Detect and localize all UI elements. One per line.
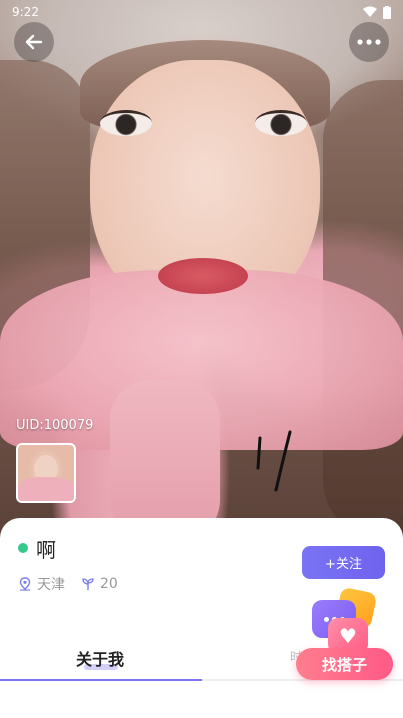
back-button[interactable] — [14, 22, 54, 62]
user-uid: UID:100079 — [16, 418, 94, 433]
user-meta: 天津 20 — [18, 574, 134, 594]
more-button[interactable] — [349, 22, 389, 62]
sprout-icon — [82, 578, 94, 590]
tab-about-me[interactable]: 关于我 — [76, 646, 124, 670]
wifi-icon — [363, 6, 377, 17]
age-text: 20 — [100, 576, 118, 592]
find-partner-button[interactable]: ♥ 找搭子 — [296, 586, 396, 684]
status-bar: 9:22 — [0, 0, 403, 24]
more-dots-icon — [357, 39, 381, 45]
thumbnail-scarf — [18, 477, 74, 501]
photo-eye-right — [255, 110, 307, 136]
user-name: 啊 — [36, 538, 56, 562]
follow-button[interactable]: +关注 — [302, 546, 385, 579]
location-info: 天津 — [18, 574, 65, 594]
status-icons — [363, 5, 391, 19]
arrow-left-icon — [25, 34, 43, 50]
find-partner-label: 找搭子 — [296, 648, 393, 680]
tab-indicator — [0, 679, 202, 681]
photo-eye-left — [100, 110, 152, 136]
online-status-dot — [18, 543, 28, 553]
location-pin-icon — [19, 577, 31, 591]
battery-icon — [383, 5, 391, 19]
photo-thumbnail[interactable] — [16, 443, 76, 503]
location-text: 天津 — [37, 577, 65, 593]
age-info: 20 — [81, 576, 118, 592]
photo-lips — [158, 258, 248, 294]
status-time: 9:22 — [12, 5, 39, 19]
photo-scribble — [256, 430, 292, 492]
photo-scarf-tail — [110, 380, 220, 540]
